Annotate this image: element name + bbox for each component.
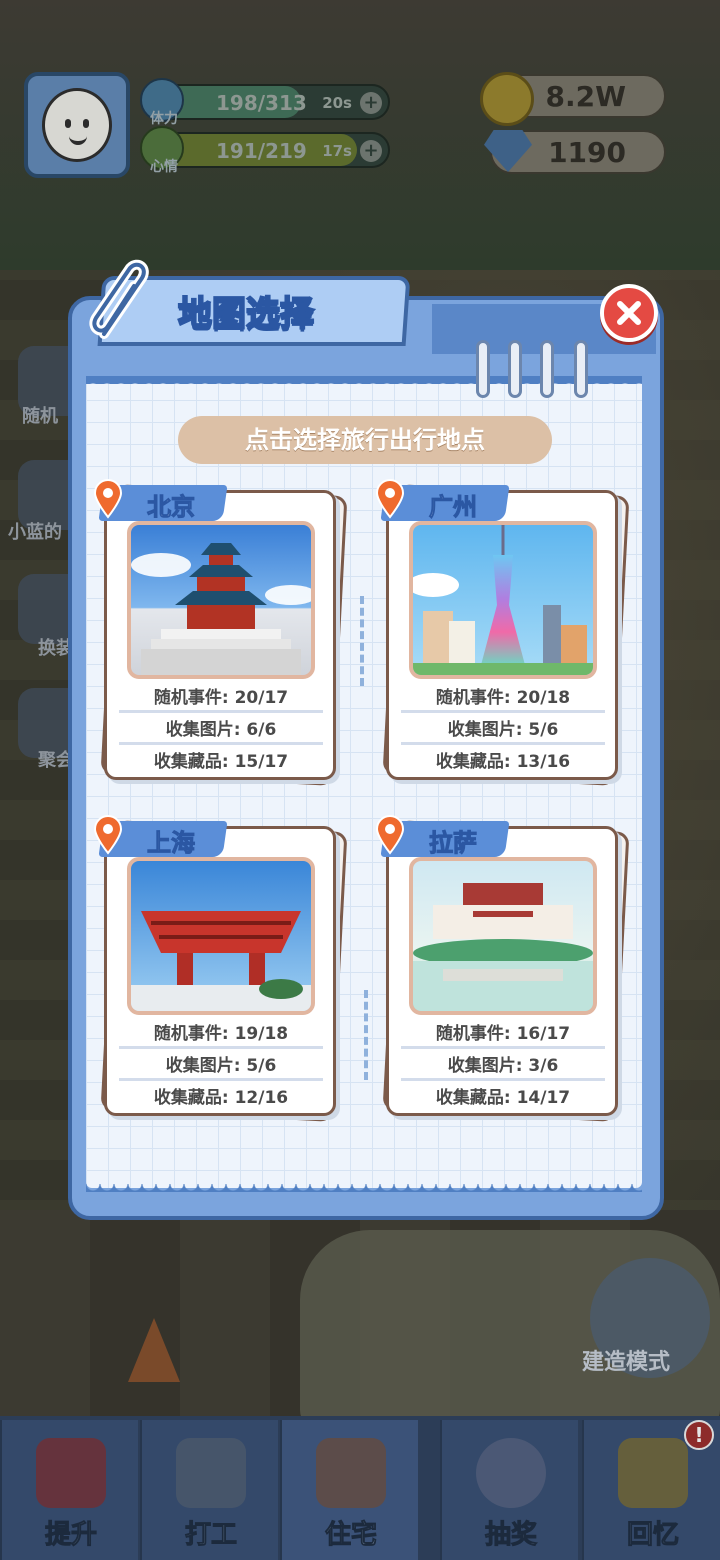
location-pin-icon	[93, 479, 123, 519]
paper-edge-top	[86, 376, 642, 384]
stamina-label: 体力	[150, 111, 178, 127]
gem-value: 1190	[548, 136, 626, 169]
location-pin-icon	[93, 815, 123, 855]
nav-work[interactable]: 打工	[140, 1420, 278, 1560]
stamina-bar: 198/313 20s +	[150, 84, 390, 120]
city-card-shanghai[interactable]: 上海 随机事件: 19/18 收集图片: 5/6 收集藏品: 12/16	[93, 815, 336, 1116]
random-events-row: 随机事件: 20/17	[119, 683, 323, 713]
gashapon-icon	[476, 1438, 546, 1508]
nav-upgrade[interactable]: 提升	[0, 1420, 138, 1560]
stamina-timer: 20s	[322, 94, 352, 112]
book-icon	[36, 1438, 106, 1508]
city-name: 上海	[147, 829, 196, 858]
close-button[interactable]	[600, 284, 658, 342]
china-pavilion-image	[127, 857, 315, 1015]
mood-bar: 191/219 17s +	[150, 132, 390, 168]
location-pin-icon	[375, 815, 405, 855]
nav-home[interactable]: 住宅	[280, 1420, 418, 1560]
nav-label-home: 住宅	[324, 1520, 377, 1551]
random-events-row: 随机事件: 16/17	[401, 1019, 605, 1049]
camera-icon	[618, 1438, 688, 1508]
nav-label-memories: 回忆	[626, 1520, 679, 1551]
city-name: 北京	[147, 493, 196, 522]
temple-of-heaven-image	[127, 521, 315, 679]
traffic-cone-decoration	[128, 1318, 180, 1382]
modal-title: 地图选择	[177, 293, 315, 335]
nav-lottery[interactable]: 抽奖	[440, 1420, 578, 1560]
temple-of-heaven-icon	[131, 543, 311, 675]
build-mode-label: 建造模式	[582, 1350, 671, 1375]
potala-palace-image	[409, 857, 597, 1015]
city-card-beijing[interactable]: 北京 随机事件: 20/17 收集图片: 6/6 收集藏品: 15/17	[93, 479, 336, 780]
paper-edge-bottom	[86, 1184, 642, 1192]
collected-items-row: 收集藏品: 12/16	[153, 1088, 289, 1108]
location-pin-icon	[375, 479, 405, 519]
paperclip-icon	[89, 259, 149, 339]
city-card-guangzhou[interactable]: 广州 随机事件: 20/18 收集图片: 5/6 收集藏品: 13/16	[375, 479, 618, 780]
path-decoration	[360, 596, 370, 686]
random-events-row: 随机事件: 19/18	[119, 1019, 323, 1049]
modal-subtitle: 点击选择旅行出行地点	[178, 416, 552, 464]
stamina-plus-icon[interactable]: +	[360, 92, 382, 114]
coin-icon	[480, 72, 534, 126]
collected-pictures-row: 收集图片: 5/6	[401, 715, 605, 745]
coin-value: 8.2W	[545, 80, 627, 113]
canton-tower-image	[409, 521, 597, 679]
city-name: 拉萨	[429, 829, 478, 858]
mood-label: 心情	[150, 159, 178, 175]
potala-palace-icon	[413, 883, 593, 1011]
stamina-value: 198/313	[216, 91, 307, 115]
side-label-xiaolan: 小蓝的	[8, 522, 62, 543]
city-card-lhasa[interactable]: 拉萨 随机事件: 16/17 收集图片: 3/6 收集藏品: 14/17	[375, 815, 618, 1116]
collected-items-row: 收集藏品: 13/16	[435, 752, 571, 772]
mood-timer: 17s	[322, 142, 352, 160]
collected-items-row: 收集藏品: 14/17	[435, 1088, 571, 1108]
city-name: 广州	[429, 493, 478, 522]
nav-label-work: 打工	[184, 1520, 237, 1551]
close-icon	[617, 301, 641, 325]
house-icon	[316, 1438, 386, 1508]
collected-items-row: 收集藏品: 15/17	[153, 752, 289, 772]
player-avatar[interactable]	[24, 72, 130, 178]
nav-label-upgrade: 提升	[44, 1520, 97, 1551]
nav-label-lottery: 抽奖	[484, 1520, 537, 1551]
collected-pictures-row: 收集图片: 3/6	[401, 1051, 605, 1081]
face-icon	[42, 88, 112, 162]
side-label-random: 随机	[22, 406, 58, 427]
china-pavilion-icon	[131, 911, 311, 1011]
canton-tower-icon	[413, 525, 593, 675]
mood-value: 191/219	[216, 139, 307, 163]
tv-icon	[176, 1438, 246, 1508]
collected-pictures-row: 收集图片: 5/6	[119, 1051, 323, 1081]
collected-pictures-row: 收集图片: 6/6	[119, 715, 323, 745]
notification-badge: !	[684, 1420, 714, 1450]
path-decoration	[364, 990, 374, 1080]
random-events-row: 随机事件: 20/18	[401, 683, 605, 713]
mood-plus-icon[interactable]: +	[360, 140, 382, 162]
